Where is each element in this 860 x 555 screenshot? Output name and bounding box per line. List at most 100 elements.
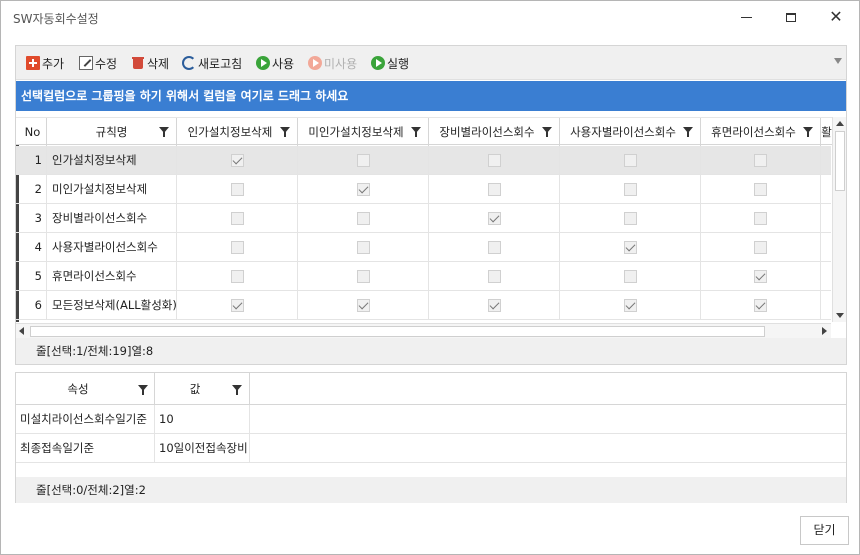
unchecked-checkbox[interactable] bbox=[357, 270, 370, 283]
checkbox-cell bbox=[429, 262, 560, 291]
col-header-rule-name[interactable]: 규칙명 bbox=[47, 118, 177, 146]
col-header-dormant-reclaim[interactable]: 휴면라이선스회수 bbox=[701, 118, 821, 146]
col-header-active[interactable]: 활 bbox=[821, 118, 832, 146]
rule-name-cell[interactable]: 미인가설치정보삭제 bbox=[47, 175, 177, 204]
unchecked-checkbox[interactable] bbox=[357, 154, 370, 167]
filter-icon[interactable] bbox=[159, 127, 169, 137]
filter-icon[interactable] bbox=[683, 127, 693, 137]
checked-checkbox[interactable] bbox=[231, 299, 244, 312]
col-header-user-reclaim[interactable]: 사용자별라이선스회수 bbox=[560, 118, 701, 146]
filter-icon[interactable] bbox=[803, 127, 813, 137]
unchecked-checkbox[interactable] bbox=[231, 241, 244, 254]
property-value[interactable]: 10 bbox=[155, 405, 250, 434]
filter-icon[interactable] bbox=[542, 127, 552, 137]
edit-button[interactable]: 수정 bbox=[79, 55, 117, 73]
rule-name-cell[interactable]: 사용자별라이선스회수 bbox=[47, 233, 177, 262]
table-row[interactable]: 1 인가설치정보삭제 bbox=[16, 146, 831, 175]
checked-checkbox[interactable] bbox=[488, 212, 501, 225]
unuse-button[interactable]: 미사용 bbox=[308, 55, 357, 73]
unchecked-checkbox[interactable] bbox=[488, 154, 501, 167]
vertical-scrollbar[interactable] bbox=[832, 117, 846, 322]
checked-checkbox[interactable] bbox=[754, 299, 767, 312]
delete-button[interactable]: 삭제 bbox=[131, 55, 169, 73]
refresh-button[interactable]: 새로고침 bbox=[182, 55, 242, 73]
grid-status: 줄[선택:1/전체:19]열:8 bbox=[16, 338, 846, 364]
col-header-device-reclaim[interactable]: 장비별라이선스회수 bbox=[429, 118, 560, 146]
checked-checkbox[interactable] bbox=[488, 299, 501, 312]
checkbox-cell bbox=[298, 233, 429, 262]
close-button[interactable]: 닫기 bbox=[800, 516, 849, 545]
scroll-thumb[interactable] bbox=[835, 131, 845, 191]
filter-icon[interactable] bbox=[280, 127, 290, 137]
unchecked-checkbox[interactable] bbox=[357, 212, 370, 225]
unchecked-checkbox[interactable] bbox=[488, 270, 501, 283]
filter-icon[interactable] bbox=[138, 385, 148, 395]
col-header-auth-delete[interactable]: 인가설치정보삭제 bbox=[177, 118, 298, 146]
checked-checkbox[interactable] bbox=[754, 270, 767, 283]
use-button[interactable]: 사용 bbox=[256, 55, 294, 73]
play-icon-disabled bbox=[308, 56, 322, 70]
checked-checkbox[interactable] bbox=[231, 154, 244, 167]
toolbar-more-icon[interactable] bbox=[834, 58, 842, 64]
row-number: 1 bbox=[19, 146, 47, 175]
col-header-value[interactable]: 값 bbox=[155, 373, 250, 405]
checked-checkbox[interactable] bbox=[357, 299, 370, 312]
col-header-label: 값 bbox=[189, 382, 201, 396]
property-row[interactable]: 미설치라이선스회수일기준 10 bbox=[16, 405, 846, 434]
unchecked-checkbox[interactable] bbox=[624, 154, 637, 167]
scroll-right-icon[interactable] bbox=[822, 327, 827, 335]
unchecked-checkbox[interactable] bbox=[488, 183, 501, 196]
scroll-left-icon[interactable] bbox=[19, 327, 24, 335]
checkbox-cell bbox=[560, 291, 701, 320]
unchecked-checkbox[interactable] bbox=[231, 270, 244, 283]
filter-icon[interactable] bbox=[411, 127, 421, 137]
table-row[interactable]: 4 사용자별라이선스회수 bbox=[16, 233, 831, 262]
col-header-unauth-delete[interactable]: 미인가설치정보삭제 bbox=[298, 118, 429, 146]
filter-icon[interactable] bbox=[232, 385, 242, 395]
unchecked-checkbox[interactable] bbox=[357, 241, 370, 254]
add-button[interactable]: 추가 bbox=[26, 55, 64, 73]
unchecked-checkbox[interactable] bbox=[488, 241, 501, 254]
checkbox-cell bbox=[701, 175, 821, 204]
checkbox-cell bbox=[701, 146, 821, 175]
checked-checkbox[interactable] bbox=[624, 241, 637, 254]
table-row[interactable]: 3 장비별라이선스회수 bbox=[16, 204, 831, 233]
unchecked-checkbox[interactable] bbox=[624, 183, 637, 196]
table-row[interactable]: 5 휴면라이선스회수 bbox=[16, 262, 831, 291]
checkbox-cell bbox=[701, 204, 821, 233]
col-header-property[interactable]: 속성 bbox=[16, 373, 155, 405]
unchecked-checkbox[interactable] bbox=[231, 183, 244, 196]
run-button[interactable]: 실행 bbox=[371, 55, 409, 73]
checked-checkbox[interactable] bbox=[357, 183, 370, 196]
minimize-button[interactable] bbox=[734, 7, 758, 27]
row-number: 2 bbox=[19, 175, 47, 204]
rule-name-cell[interactable]: 모든정보삭제(ALL활성화) bbox=[47, 291, 177, 320]
col-header-label: No bbox=[24, 125, 41, 139]
rule-name-cell[interactable]: 장비별라이선스회수 bbox=[47, 204, 177, 233]
unchecked-checkbox[interactable] bbox=[754, 154, 767, 167]
unchecked-checkbox[interactable] bbox=[754, 212, 767, 225]
rule-name-cell[interactable]: 인가설치정보삭제 bbox=[47, 146, 177, 175]
rule-name-cell[interactable]: 휴면라이선스회수 bbox=[47, 262, 177, 291]
unchecked-checkbox[interactable] bbox=[754, 241, 767, 254]
col-header-no[interactable]: No bbox=[19, 118, 47, 146]
scroll-up-icon[interactable] bbox=[836, 121, 844, 126]
unchecked-checkbox[interactable] bbox=[754, 183, 767, 196]
row-number: 4 bbox=[19, 233, 47, 262]
use-label: 사용 bbox=[272, 57, 295, 71]
group-by-panel[interactable]: 선택컬럼으로 그룹핑을 하기 위해서 컬럼을 여기로 드래그 하세요 bbox=[16, 81, 846, 111]
horizontal-scrollbar[interactable] bbox=[16, 323, 831, 338]
close-window-button[interactable]: ✕ bbox=[824, 7, 848, 27]
property-row[interactable]: 최종접속일기준 10일이전접속장비 bbox=[16, 434, 846, 463]
unchecked-checkbox[interactable] bbox=[624, 270, 637, 283]
table-row[interactable]: 6 모든정보삭제(ALL활성화) bbox=[16, 291, 831, 320]
maximize-button[interactable] bbox=[779, 7, 803, 27]
table-row[interactable]: 2 미인가설치정보삭제 bbox=[16, 175, 831, 204]
unchecked-checkbox[interactable] bbox=[624, 212, 637, 225]
property-value[interactable]: 10일이전접속장비 bbox=[155, 434, 250, 463]
checked-checkbox[interactable] bbox=[624, 299, 637, 312]
scroll-thumb[interactable] bbox=[30, 326, 765, 337]
unchecked-checkbox[interactable] bbox=[231, 212, 244, 225]
col-header-label: 규칙명 bbox=[95, 125, 128, 139]
scroll-down-icon[interactable] bbox=[836, 313, 844, 318]
